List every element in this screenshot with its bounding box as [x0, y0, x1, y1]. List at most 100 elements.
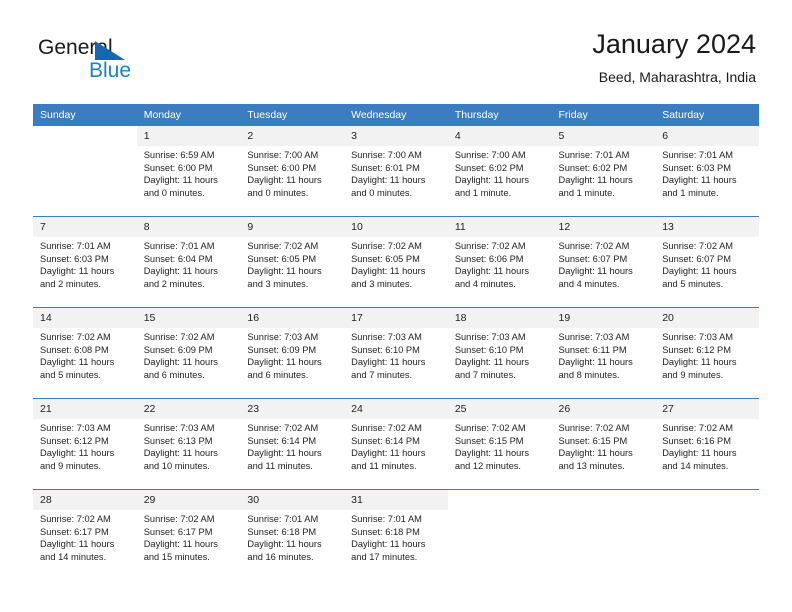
calendar-day-cell[interactable]: 16 Sunrise: 7:03 AM Sunset: 6:09 PM Dayligh…	[240, 307, 345, 392]
calendar-day-cell[interactable]: 3 Sunrise: 7:00 AM Sunset: 6:01 PM Daylight…	[344, 126, 448, 210]
calendar-day-cell[interactable]: 30 Sunrise: 7:01 AM Sunset: 6:18 PM Dayligh…	[240, 489, 345, 574]
calendar-day-cell[interactable]: 6 Sunrise: 7:01 AM Sunset: 6:03 PM Daylight…	[655, 126, 759, 210]
sunrise-text: Sunrise: 7:03 AM	[40, 423, 111, 433]
day-cell-content: 7 Sunrise: 7:01 AM Sunset: 6:03 PM Daylight…	[33, 217, 137, 301]
sunrise-text: Sunrise: 7:03 AM	[558, 332, 630, 342]
calendar-day-cell[interactable]: 5 Sunrise: 7:01 AM Sunset: 6:02 PM Daylight…	[551, 126, 656, 210]
daylight-text-line2: and 11 minutes.	[351, 460, 417, 471]
day-details: Sunrise: 7:03 AM Sunset: 6:10 PM Daylight:…	[344, 328, 448, 381]
day-details: Sunrise: 7:02 AM Sunset: 6:05 PM Daylight:…	[240, 237, 344, 290]
calendar-day-cell[interactable]: 13 Sunrise: 7:02 AM Sunset: 6:07 PM Dayligh…	[655, 216, 759, 301]
calendar-day-cell[interactable]: 11 Sunrise: 7:02 AM Sunset: 6:06 PM Dayligh…	[447, 216, 552, 301]
day-cell-content: 5 Sunrise: 7:01 AM Sunset: 6:02 PM Daylight…	[551, 126, 656, 210]
calendar-day-cell[interactable]: 22 Sunrise: 7:03 AM Sunset: 6:13 PM Dayligh…	[136, 398, 241, 483]
day-details: Sunrise: 7:02 AM Sunset: 6:14 PM Daylight:…	[240, 419, 344, 472]
calendar-day-cell[interactable]: 21 Sunrise: 7:03 AM Sunset: 6:12 PM Dayligh…	[33, 398, 137, 483]
daylight-text-line2: and 5 minutes.	[662, 278, 724, 289]
calendar-day-cell[interactable]: 12 Sunrise: 7:02 AM Sunset: 6:07 PM Dayligh…	[551, 216, 656, 301]
daylight-text-line1: Daylight: 11 hours	[247, 357, 322, 368]
daylight-text-line1: Daylight: 11 hours	[143, 539, 218, 550]
calendar-day-cell[interactable]: 31 Sunrise: 7:01 AM Sunset: 6:18 PM Dayligh…	[344, 489, 448, 574]
daylight-text-line1: Daylight: 11 hours	[558, 448, 633, 459]
calendar-day-cell	[33, 126, 137, 210]
calendar-day-cell[interactable]: 4 Sunrise: 7:00 AM Sunset: 6:02 PM Daylight…	[447, 126, 552, 210]
day-cell-content: 12 Sunrise: 7:02 AM Sunset: 6:07 PM Dayligh…	[551, 217, 656, 301]
calendar-day-cell[interactable]: 25 Sunrise: 7:02 AM Sunset: 6:15 PM Dayligh…	[447, 398, 552, 483]
calendar-day-cell[interactable]: 28 Sunrise: 7:02 AM Sunset: 6:17 PM Dayligh…	[33, 489, 137, 574]
day-number: 14	[33, 308, 137, 328]
day-details: Sunrise: 7:01 AM Sunset: 6:03 PM Daylight:…	[33, 237, 137, 290]
day-number: 1	[136, 126, 241, 146]
daylight-text-line2: and 1 minute.	[558, 187, 615, 198]
daylight-text-line2: and 7 minutes.	[351, 369, 413, 380]
daylight-text-line1: Daylight: 11 hours	[247, 539, 322, 550]
calendar-day-cell[interactable]: 7 Sunrise: 7:01 AM Sunset: 6:03 PM Daylight…	[33, 216, 137, 301]
weekday-header-wednesday: Wednesday	[344, 104, 448, 126]
sunset-text: Sunset: 6:18 PM	[351, 526, 420, 537]
sunset-text: Sunset: 6:14 PM	[247, 435, 317, 446]
calendar-day-cell[interactable]: 29 Sunrise: 7:02 AM Sunset: 6:17 PM Dayligh…	[136, 489, 241, 574]
daylight-text-line2: and 0 minutes.	[351, 187, 413, 198]
day-details: Sunrise: 7:01 AM Sunset: 6:04 PM Daylight:…	[137, 237, 241, 290]
calendar-day-cell[interactable]: 24 Sunrise: 7:02 AM Sunset: 6:14 PM Dayligh…	[344, 398, 448, 483]
sunrise-text: Sunrise: 7:03 AM	[454, 332, 526, 342]
sunrise-text: Sunrise: 7:02 AM	[143, 332, 215, 342]
day-number: 29	[136, 490, 241, 510]
day-number: 24	[344, 399, 448, 419]
sunrise-text: Sunrise: 7:00 AM	[351, 150, 422, 160]
calendar-body: 1 Sunrise: 6:59 AM Sunset: 6:00 PM Daylight…	[33, 126, 759, 574]
sunrise-text: Sunrise: 7:02 AM	[558, 241, 630, 251]
day-number: 7	[33, 217, 137, 237]
daylight-text-line1: Daylight: 11 hours	[40, 448, 115, 459]
day-cell-content: 18 Sunrise: 7:03 AM Sunset: 6:10 PM Dayligh…	[447, 308, 552, 392]
calendar-day-cell[interactable]: 2 Sunrise: 7:00 AM Sunset: 6:00 PM Daylight…	[240, 126, 345, 210]
calendar-day-cell[interactable]: 23 Sunrise: 7:02 AM Sunset: 6:14 PM Dayligh…	[240, 398, 345, 483]
daylight-text-line1: Daylight: 11 hours	[454, 448, 530, 459]
day-details: Sunrise: 7:02 AM Sunset: 6:06 PM Daylight:…	[448, 237, 552, 290]
day-number: 23	[240, 399, 345, 419]
calendar-day-cell[interactable]: 20 Sunrise: 7:03 AM Sunset: 6:12 PM Dayligh…	[655, 307, 759, 392]
daylight-text-line1: Daylight: 11 hours	[351, 266, 426, 277]
daylight-text-line1: Daylight: 11 hours	[454, 357, 530, 368]
daylight-text-line1: Daylight: 11 hours	[247, 266, 322, 277]
day-details: Sunrise: 7:00 AM Sunset: 6:01 PM Daylight:…	[344, 146, 448, 199]
sunset-text: Sunset: 6:15 PM	[558, 435, 628, 446]
day-number: 28	[33, 490, 137, 510]
weekday-header-friday: Friday	[551, 104, 656, 126]
daylight-text-line1: Daylight: 11 hours	[40, 266, 115, 277]
sunset-text: Sunset: 6:03 PM	[40, 253, 109, 264]
calendar-day-cell[interactable]: 9 Sunrise: 7:02 AM Sunset: 6:05 PM Daylight…	[240, 216, 345, 301]
day-details: Sunrise: 7:03 AM Sunset: 6:10 PM Daylight:…	[448, 328, 552, 381]
calendar-day-cell[interactable]: 1 Sunrise: 6:59 AM Sunset: 6:00 PM Daylight…	[136, 126, 241, 210]
day-details: Sunrise: 7:01 AM Sunset: 6:02 PM Daylight:…	[552, 146, 656, 199]
page-header: General Blue January 2024 Beed, Maharash…	[0, 0, 792, 104]
daylight-text-line1: Daylight: 11 hours	[247, 175, 322, 186]
calendar-day-cell[interactable]: 18 Sunrise: 7:03 AM Sunset: 6:10 PM Dayligh…	[447, 307, 552, 392]
calendar-day-cell[interactable]: 27 Sunrise: 7:02 AM Sunset: 6:16 PM Dayligh…	[655, 398, 759, 483]
sunset-text: Sunset: 6:02 PM	[558, 162, 628, 173]
day-details: Sunrise: 6:59 AM Sunset: 6:00 PM Daylight:…	[137, 146, 241, 199]
general-blue-logo[interactable]: General Blue	[38, 36, 158, 84]
day-cell-empty	[447, 490, 552, 574]
day-details: Sunrise: 7:02 AM Sunset: 6:14 PM Daylight:…	[344, 419, 448, 472]
calendar-day-cell[interactable]: 17 Sunrise: 7:03 AM Sunset: 6:10 PM Dayligh…	[344, 307, 448, 392]
calendar-day-cell[interactable]: 19 Sunrise: 7:03 AM Sunset: 6:11 PM Dayligh…	[551, 307, 656, 392]
calendar-day-cell[interactable]: 8 Sunrise: 7:01 AM Sunset: 6:04 PM Daylight…	[136, 216, 241, 301]
daylight-text-line2: and 5 minutes.	[40, 369, 101, 380]
calendar-day-cell[interactable]: 10 Sunrise: 7:02 AM Sunset: 6:05 PM Dayligh…	[344, 216, 448, 301]
sunset-text: Sunset: 6:07 PM	[662, 253, 731, 264]
daylight-text-line2: and 15 minutes.	[143, 551, 210, 562]
day-number	[655, 490, 759, 510]
sunrise-text: Sunrise: 7:00 AM	[454, 150, 526, 160]
calendar-day-cell[interactable]: 26 Sunrise: 7:02 AM Sunset: 6:15 PM Dayligh…	[551, 398, 656, 483]
calendar-day-cell[interactable]: 14 Sunrise: 7:02 AM Sunset: 6:08 PM Dayligh…	[33, 307, 137, 392]
calendar-day-cell[interactable]: 15 Sunrise: 7:02 AM Sunset: 6:09 PM Dayligh…	[136, 307, 241, 392]
sunrise-text: Sunrise: 7:02 AM	[558, 423, 630, 433]
sunset-text: Sunset: 6:07 PM	[558, 253, 628, 264]
day-cell-content: 14 Sunrise: 7:02 AM Sunset: 6:08 PM Dayligh…	[33, 308, 137, 392]
day-number: 30	[240, 490, 345, 510]
sunrise-text: Sunrise: 7:02 AM	[351, 241, 422, 251]
title-block: January 2024 Beed, Maharashtra, India	[592, 28, 756, 87]
daylight-text-line1: Daylight: 11 hours	[143, 175, 218, 186]
day-number: 26	[551, 399, 656, 419]
